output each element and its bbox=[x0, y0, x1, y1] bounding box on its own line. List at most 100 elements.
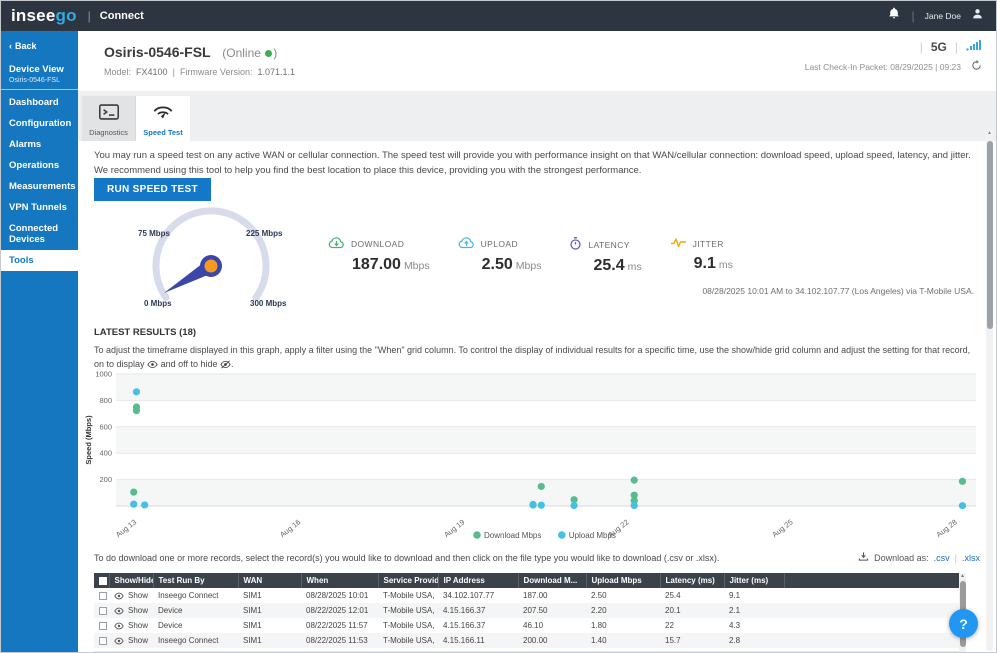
table-cell[interactable] bbox=[94, 633, 109, 648]
sidebar-item-measurements[interactable]: Measurements bbox=[1, 176, 78, 197]
speed-test-panel: You may run a speed test on any active W… bbox=[78, 141, 997, 653]
table-cell[interactable]: Show bbox=[109, 633, 153, 648]
table-cell: SIM1 bbox=[238, 588, 301, 603]
online-status-dot bbox=[265, 50, 272, 57]
notification-bell-icon[interactable] bbox=[887, 6, 901, 26]
column-header[interactable]: When bbox=[301, 573, 378, 588]
metric-upload: UPLOAD 2.50Mbps bbox=[458, 237, 542, 275]
tab-diagnostics[interactable]: Diagnostics bbox=[82, 96, 136, 141]
metric-upload-value: 2.50 bbox=[482, 256, 513, 273]
show-hide-toggle[interactable]: Show bbox=[114, 606, 148, 615]
run-speed-test-button[interactable]: RUN SPEED TEST bbox=[94, 178, 211, 201]
page-scrollbar[interactable]: ▲ bbox=[986, 129, 993, 651]
show-hide-toggle[interactable]: Show bbox=[114, 636, 148, 645]
table-cell: 1.80 bbox=[586, 618, 660, 633]
sidebar-item-connected-devices[interactable]: Connected Devices bbox=[1, 218, 78, 250]
column-header[interactable]: Test Run By bbox=[153, 573, 238, 588]
download-note: To do download one or more records, sele… bbox=[94, 553, 719, 563]
device-status: (Online ) bbox=[222, 46, 277, 60]
row-checkbox[interactable] bbox=[99, 592, 107, 600]
table-header-row: Show/HideTest Run ByWANWhenService Provi… bbox=[94, 573, 966, 588]
data-point bbox=[141, 501, 148, 508]
results-table-wrap: Show/HideTest Run ByWANWhenService Provi… bbox=[94, 573, 966, 653]
chart-band bbox=[116, 427, 976, 453]
firmware-value: 1.071.1.1 bbox=[257, 67, 295, 77]
legend-swatch[interactable] bbox=[558, 531, 566, 539]
sidebar-item-alarms[interactable]: Alarms bbox=[1, 134, 78, 155]
download-xlsx-link[interactable]: .xlsx bbox=[962, 553, 980, 563]
column-header[interactable]: WAN bbox=[238, 573, 301, 588]
gauge-label-75: 75 Mbps bbox=[138, 229, 170, 238]
results-chart: 2004006008001000Speed (Mbps)Aug 13Aug 16… bbox=[82, 367, 990, 550]
page-scrollbar-thumb[interactable] bbox=[987, 141, 993, 329]
user-avatar-icon[interactable] bbox=[971, 7, 984, 25]
column-header[interactable]: Show/Hide bbox=[109, 573, 153, 588]
column-header[interactable]: Upload Mbps bbox=[586, 573, 660, 588]
y-axis-title: Speed (Mbps) bbox=[84, 415, 93, 465]
metric-download-label: DOWNLOAD bbox=[351, 239, 404, 249]
row-checkbox[interactable] bbox=[99, 637, 107, 645]
tab-speed-test[interactable]: Speed Test bbox=[136, 96, 190, 141]
download-csv-link[interactable]: .csv bbox=[934, 553, 950, 563]
download-as: Download as: .csv | .xlsx bbox=[858, 551, 980, 564]
table-cell: T-Mobile USA, bbox=[378, 633, 438, 648]
results-table: Show/HideTest Run ByWANWhenService Provi… bbox=[94, 573, 966, 653]
sidebar-item-vpn-tunnels[interactable]: VPN Tunnels bbox=[1, 197, 78, 218]
legend-swatch[interactable] bbox=[473, 531, 481, 539]
metric-jitter: JITTER 9.1ms bbox=[670, 237, 733, 275]
tab-diagnostics-label: Diagnostics bbox=[89, 128, 128, 137]
sidebar-item-configuration[interactable]: Configuration bbox=[1, 113, 78, 134]
show-hide-toggle[interactable]: Show bbox=[114, 591, 148, 600]
table-cell[interactable]: Show bbox=[109, 603, 153, 618]
metric-download-value: 187.00 bbox=[352, 256, 401, 273]
table-cell: 08/22/2025 11:57 bbox=[301, 618, 378, 633]
table-cell: SIM1 bbox=[238, 618, 301, 633]
sidebar-item-operations[interactable]: Operations bbox=[1, 155, 78, 176]
show-hide-toggle[interactable]: Show bbox=[114, 621, 148, 630]
sidebar-item-device-view[interactable]: Device View bbox=[1, 55, 78, 75]
column-header[interactable]: Latency (ms) bbox=[660, 573, 724, 588]
eye-icon bbox=[114, 637, 124, 645]
model-value: FX4100 bbox=[136, 67, 168, 77]
user-name[interactable]: Jane Doe bbox=[925, 11, 961, 21]
download-tray-icon bbox=[858, 551, 869, 564]
table-cell: 15.7 bbox=[660, 633, 724, 648]
sidebar-back[interactable]: ‹Back bbox=[1, 31, 78, 55]
metric-download: DOWNLOAD 187.00Mbps bbox=[328, 237, 430, 275]
table-cell[interactable] bbox=[94, 618, 109, 633]
x-tick-label: Aug 13 bbox=[114, 517, 138, 539]
table-cell[interactable]: Show bbox=[109, 588, 153, 603]
sidebar-item-tools[interactable]: Tools bbox=[1, 250, 78, 271]
table-cell[interactable] bbox=[94, 588, 109, 603]
row-checkbox[interactable] bbox=[99, 607, 107, 615]
column-header[interactable] bbox=[784, 573, 966, 588]
metric-latency-value: 25.4 bbox=[593, 257, 624, 274]
help-button[interactable]: ? bbox=[949, 609, 978, 638]
refresh-icon[interactable] bbox=[971, 60, 982, 73]
column-header[interactable] bbox=[94, 573, 109, 588]
column-header[interactable]: Download M... bbox=[518, 573, 586, 588]
column-header[interactable]: Service Provider bbox=[378, 573, 438, 588]
table-cell: Inseego Connect bbox=[153, 588, 238, 603]
logo-text-accent: go bbox=[55, 6, 76, 25]
select-all-checkbox[interactable] bbox=[99, 577, 107, 585]
download-row: To do download one or more records, sele… bbox=[94, 551, 980, 564]
table-cell[interactable] bbox=[94, 603, 109, 618]
column-header[interactable]: IP Address bbox=[438, 573, 518, 588]
table-cell: Device bbox=[153, 618, 238, 633]
sidebar-item-dashboard[interactable]: Dashboard bbox=[1, 92, 78, 113]
table-cell bbox=[784, 588, 966, 603]
legend-label[interactable]: Download Mbps bbox=[484, 531, 541, 540]
y-tick-label: 600 bbox=[99, 422, 112, 431]
table-row: ShowDeviceSIM108/22/2025 11:57T-Mobile U… bbox=[94, 618, 966, 633]
legend-label[interactable]: Upload Mbps bbox=[569, 531, 616, 540]
row-checkbox[interactable] bbox=[99, 622, 107, 630]
table-cell[interactable]: Show bbox=[109, 618, 153, 633]
product-name: Connect bbox=[100, 10, 144, 22]
cloud-upload-icon bbox=[458, 237, 475, 251]
stopwatch-icon bbox=[569, 237, 582, 252]
column-header[interactable]: Jitter (ms) bbox=[724, 573, 784, 588]
x-tick-label: Aug 28 bbox=[934, 517, 958, 539]
back-label: Back bbox=[15, 41, 37, 51]
speed-test-icon bbox=[152, 104, 174, 125]
